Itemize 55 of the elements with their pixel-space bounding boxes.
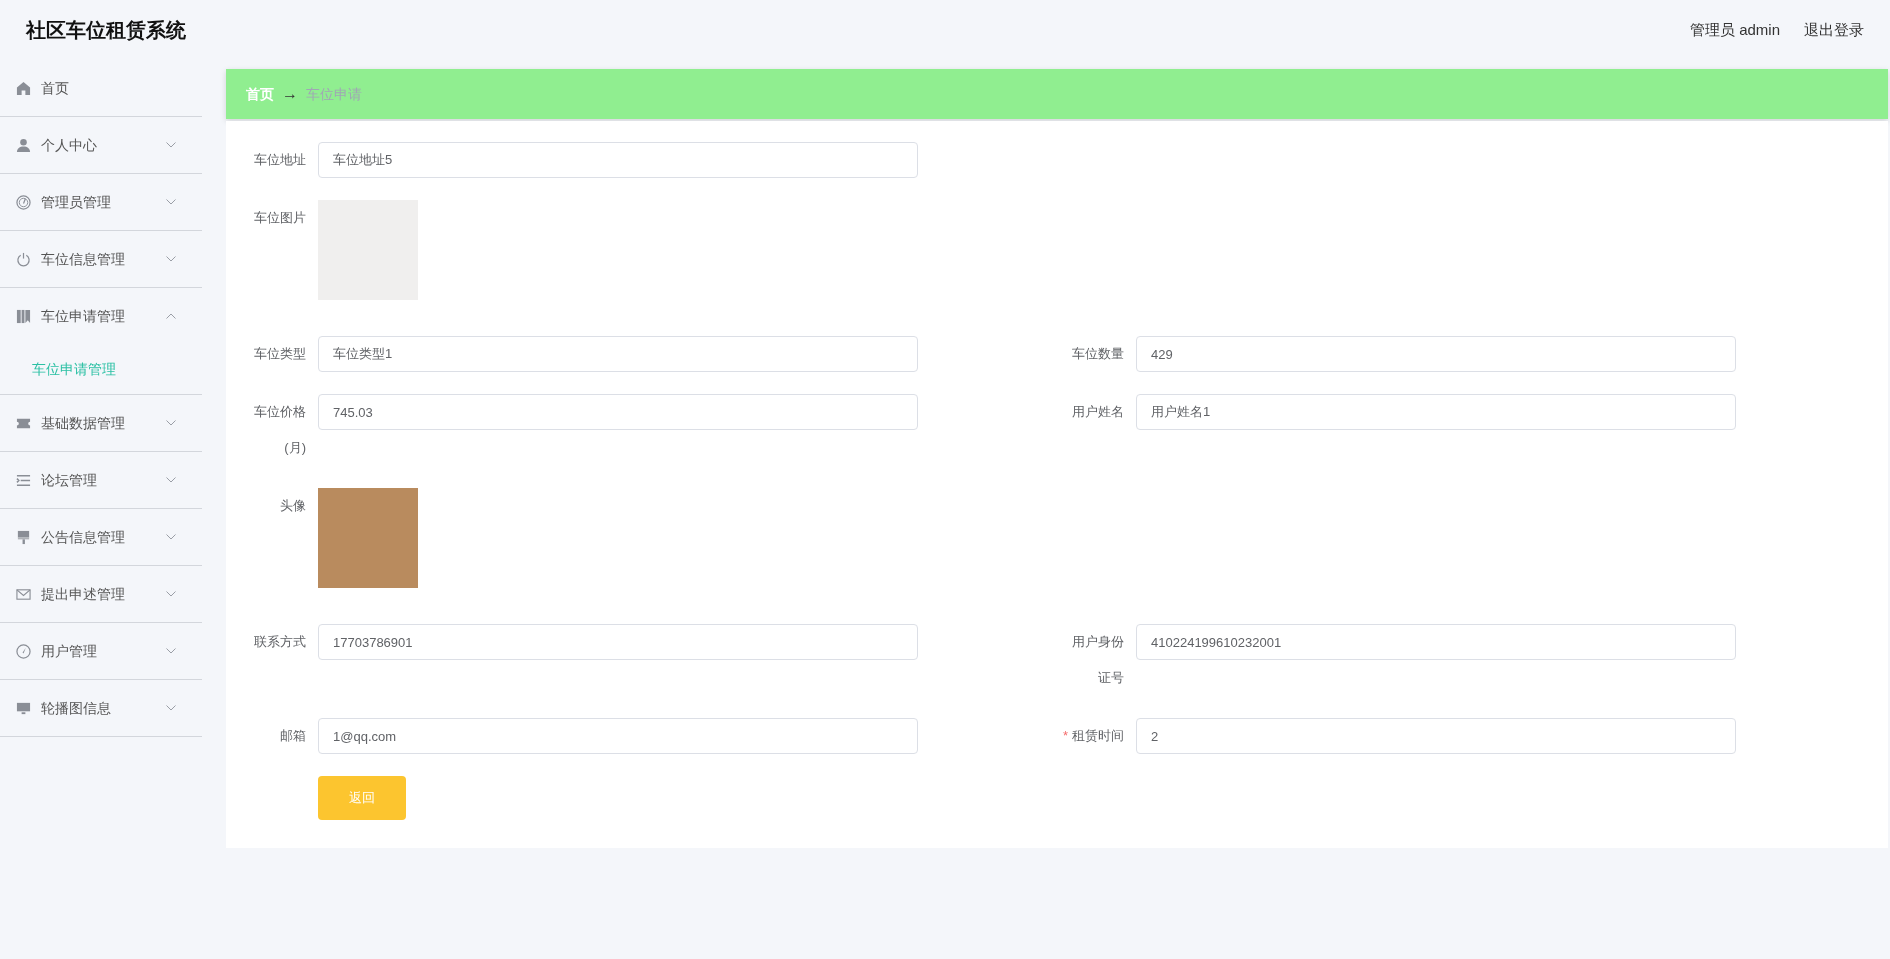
home-icon	[16, 80, 31, 96]
field-label: 车位价格(月)	[253, 403, 307, 457]
breadcrumb-current: 车位申请	[306, 84, 362, 104]
power-icon	[16, 251, 31, 267]
sidebar-item[interactable]: 车位申请管理	[0, 288, 202, 344]
chevron-down-icon	[166, 591, 176, 597]
input-field[interactable]: 1@qq.com	[318, 718, 918, 754]
chevron-down-icon	[166, 199, 176, 205]
chevron-down-icon	[166, 256, 176, 262]
logout-link[interactable]: 退出登录	[1804, 18, 1864, 42]
field-label: 邮箱	[279, 727, 307, 745]
sidebar-item[interactable]: 个人中心	[0, 117, 202, 173]
input-field[interactable]: 2	[1136, 718, 1736, 754]
field-label: 联系方式	[253, 633, 307, 651]
user-label: 管理员 admin	[1689, 19, 1780, 40]
input-field[interactable]: 17703786901	[318, 624, 918, 660]
field-label: 头像	[279, 497, 307, 515]
paint-brush-icon	[16, 529, 31, 545]
chevron-up-icon	[166, 313, 176, 319]
chevron-down-icon	[166, 142, 176, 148]
book-icon	[16, 308, 31, 324]
field-label: 车位类型	[253, 345, 307, 363]
sidebar-item[interactable]: 首页	[0, 60, 202, 116]
chevron-down-icon	[166, 534, 176, 540]
sidebar-item[interactable]: 轮播图信息	[0, 680, 202, 736]
field-label: 车位图片	[253, 209, 307, 227]
input-field[interactable]: 745.03	[318, 394, 918, 430]
field-label: 车位地址	[253, 151, 307, 169]
input-field[interactable]: 车位类型1	[318, 336, 918, 372]
input-field[interactable]: 410224199610232001	[1136, 624, 1736, 660]
input-field[interactable]: 车位地址5	[318, 142, 918, 178]
chevron-down-icon	[166, 648, 176, 654]
compass-icon	[16, 643, 31, 659]
sidebar-item[interactable]: 公告信息管理	[0, 509, 202, 565]
sidebar-item[interactable]: 基础数据管理	[0, 395, 202, 451]
input-field[interactable]: 429	[1136, 336, 1736, 372]
sidebar-item[interactable]: 用户管理	[0, 623, 202, 679]
sidebar-item[interactable]: 管理员管理	[0, 174, 202, 230]
mail-icon	[16, 586, 31, 602]
sidebar-item[interactable]: 车位信息管理	[0, 231, 202, 287]
input-field[interactable]: 用户姓名1	[1136, 394, 1736, 430]
field-label: 用户姓名	[1071, 403, 1125, 421]
sidebar-item[interactable]: 论坛管理	[0, 452, 202, 508]
field-label: 用户身份证号	[1071, 633, 1125, 687]
chevron-down-icon	[166, 477, 176, 483]
field-label: 车位数量	[1071, 345, 1125, 363]
app-title: 社区车位租赁系统	[26, 18, 186, 43]
list-icon	[16, 472, 31, 488]
chevron-down-icon	[166, 420, 176, 426]
sidebar-item[interactable]: 提出申述管理	[0, 566, 202, 622]
arrow-separator: →	[282, 84, 298, 104]
user-icon	[16, 137, 31, 153]
gauge-icon	[16, 194, 31, 210]
monitor-icon	[16, 700, 31, 716]
chevron-down-icon	[166, 705, 176, 711]
